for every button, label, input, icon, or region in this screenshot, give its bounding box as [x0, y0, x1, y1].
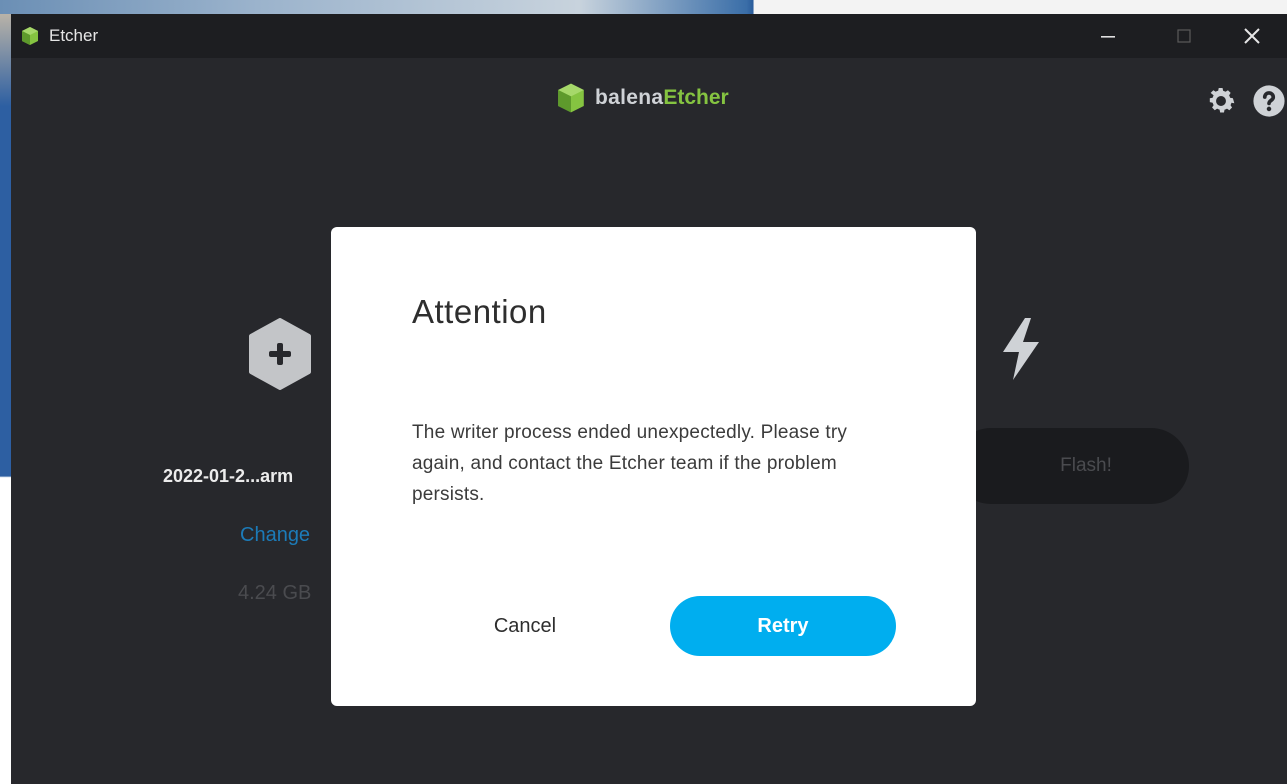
- modal-overlay: Attention The writer process ended unexp…: [11, 58, 1287, 784]
- attention-dialog: Attention The writer process ended unexp…: [331, 227, 976, 706]
- close-icon: [1244, 28, 1260, 44]
- window-title: Etcher: [49, 26, 99, 45]
- cancel-button[interactable]: Cancel: [445, 596, 605, 656]
- title-bar[interactable]: Etcher: [11, 14, 1287, 58]
- retry-button[interactable]: Retry: [670, 596, 896, 656]
- dialog-title: Attention: [412, 293, 547, 330]
- desktop-background: [0, 0, 1287, 14]
- desktop-background-edge: [0, 14, 11, 784]
- close-button[interactable]: [1217, 14, 1287, 58]
- minimize-button[interactable]: [1073, 14, 1143, 58]
- etcher-app-icon: [19, 25, 41, 47]
- dialog-message: The writer process ended unexpectedly. P…: [412, 422, 848, 505]
- maximize-button[interactable]: [1149, 14, 1219, 58]
- minimize-icon: [1101, 36, 1115, 38]
- maximize-icon: [1177, 29, 1191, 43]
- etcher-window: Etcher balena Etcher 2022-01-2...arm Cha…: [11, 14, 1287, 784]
